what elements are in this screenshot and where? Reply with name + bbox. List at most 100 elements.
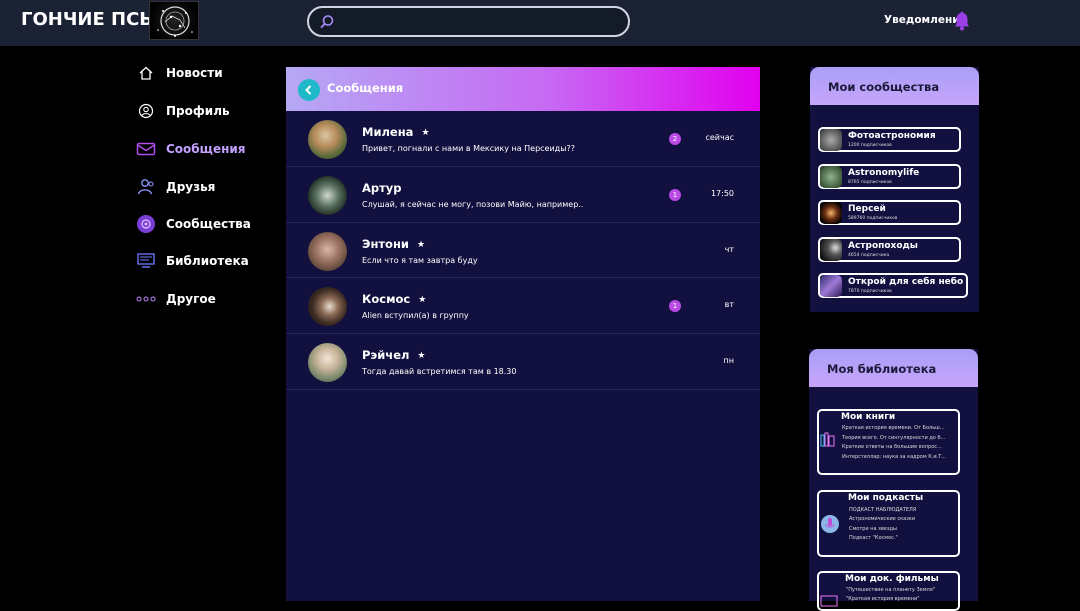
chevron-left-icon <box>305 85 312 95</box>
communities-icon <box>136 214 156 234</box>
community-name: Открой для себя небо <box>848 277 964 287</box>
search-icon <box>319 14 335 34</box>
community-item[interactable]: Персей 589760 подписчиков <box>818 200 961 225</box>
message-time: вт <box>724 300 734 310</box>
library-section-title: Мои док. фильмы <box>845 574 939 584</box>
message-preview: Alien вступил(а) в группу <box>362 311 469 321</box>
community-item[interactable]: Открой для себя небо 7870 подписчиков <box>818 273 968 298</box>
message-time: пн <box>723 356 734 366</box>
nav-item-messages[interactable]: Сообщения <box>136 139 245 159</box>
nav-item-label: Новости <box>166 66 223 80</box>
avatar[interactable] <box>308 120 347 159</box>
community-subscribers: 1200 подписчиков <box>848 143 892 148</box>
messages-panel: Сообщения Милена ★ Привет, погнали с нами… <box>286 67 760 601</box>
star-icon: ★ <box>421 128 430 138</box>
star-icon: ★ <box>416 239 426 250</box>
avatar[interactable] <box>308 175 347 215</box>
message-time: сейчас <box>705 133 734 142</box>
contact-name: Милена ★ <box>362 125 430 139</box>
avatar[interactable] <box>308 343 347 383</box>
bell-icon[interactable] <box>954 11 970 35</box>
library-item[interactable]: Теория всего. От сингулярности до б... <box>842 435 949 441</box>
avatar[interactable] <box>308 287 347 327</box>
back-button[interactable] <box>298 79 320 101</box>
library-section-title: Мои подкасты <box>848 493 924 503</box>
conversation-row[interactable]: Милена ★ Привет, погнали с нами в Мексику… <box>286 111 760 167</box>
unread-badge: 2 <box>669 133 681 145</box>
nav-item-more[interactable]: Другое <box>136 289 216 309</box>
nav-item-label: Профиль <box>166 104 230 118</box>
communities-title: Мои сообщества <box>810 67 979 105</box>
community-subscribers: 4654 подписчика <box>848 253 890 258</box>
books-icon <box>820 432 836 452</box>
message-preview: Привет, погнали с нами в Мексику на Перс… <box>362 144 576 153</box>
community-subscribers: 589760 подписчиков <box>848 216 898 221</box>
star-icon: ★ <box>418 295 427 306</box>
community-item[interactable]: Фотоастрономия 1200 подписчиков <box>818 127 961 152</box>
library-icon <box>136 251 156 271</box>
library-item[interactable]: Краткие ответы на большие вопрос... <box>842 444 949 450</box>
unread-badge: 1 <box>669 300 681 313</box>
message-preview: Если что я там завтра буду <box>362 255 478 265</box>
nav-item-profile[interactable]: Профиль <box>136 101 230 121</box>
community-subscribers: 8765 подписчиков <box>848 180 892 185</box>
library-item[interactable]: Краткая история времени. От Больш... <box>842 425 949 431</box>
community-avatar <box>820 239 842 261</box>
library-item[interactable]: ПОДКАСТ НАБЛЮДАТЕЛЯ <box>849 507 956 513</box>
brand-title[interactable]: ГОНЧИЕ ПСЫ <box>21 9 158 30</box>
nav-item-communities[interactable]: Сообщества <box>136 214 251 234</box>
communities-panel: Мои сообщества Фотоастрономия 1200 подпи… <box>810 67 979 312</box>
nav-item-library[interactable]: Библиотека <box>136 251 249 271</box>
top-bar: ГОНЧИЕ ПСЫ Уведомления <box>0 0 1080 46</box>
conversation-row[interactable]: Артур Слушай, я сейчас не могу, позови М… <box>286 167 760 223</box>
library-section-title: Мои книги <box>841 412 896 422</box>
nav-item-label: Другое <box>166 292 216 306</box>
community-name: Персей <box>848 204 886 214</box>
library-item[interactable]: Подкаст "Космос." <box>849 535 956 541</box>
community-name: Фотоастрономия <box>848 131 936 141</box>
messages-title: Сообщения <box>327 81 404 95</box>
contact-name: Космос ★ <box>362 292 427 307</box>
nav-item-label: Сообщества <box>166 217 251 231</box>
messages-header: Сообщения <box>286 67 760 111</box>
library-podcasts[interactable]: Мои подкасты ПОДКАСТ НАБЛЮДАТЕЛЯ Астроно… <box>817 490 960 557</box>
community-item[interactable]: Astronomylife 8765 подписчиков <box>818 164 961 189</box>
library-item[interactable]: Смотри на звезды <box>849 526 956 532</box>
community-name: Astronomylife <box>848 168 920 178</box>
unread-badge: 1 <box>669 188 681 201</box>
library-panel: Моя библиотека Мои книги Краткая история… <box>809 349 978 611</box>
search-input[interactable] <box>307 6 630 37</box>
nav-item-news[interactable]: Новости <box>136 63 223 83</box>
nav-item-friends[interactable]: Друзья <box>136 177 215 197</box>
community-avatar <box>820 129 842 151</box>
conversation-row[interactable]: Космос ★ Alien вступил(а) в группу 1 вт <box>286 278 760 335</box>
home-icon <box>136 63 156 83</box>
star-icon: ★ <box>417 351 426 362</box>
community-avatar <box>820 275 842 297</box>
library-item[interactable]: "Путешествие на планету Земля" <box>846 587 953 593</box>
contact-name: Энтони ★ <box>362 236 426 251</box>
podcast-icon <box>820 514 840 538</box>
nav-item-label: Друзья <box>166 180 216 194</box>
friends-icon <box>136 177 156 197</box>
library-books[interactable]: Мои книги Краткая история времени. От Бо… <box>817 409 960 475</box>
community-avatar <box>820 202 842 224</box>
avatar[interactable] <box>308 231 347 271</box>
conversation-row[interactable]: Рэйчел ★ Тогда давай встретимся там в 18.… <box>286 334 760 390</box>
community-name: Астропоходы <box>848 241 918 251</box>
nav-item-label: Сообщения <box>166 142 246 156</box>
library-item[interactable]: Интерстеллар: наука за кадром К.и.Т... <box>842 454 949 460</box>
logo-image[interactable] <box>149 1 199 40</box>
message-time: 17:50 <box>710 188 734 198</box>
library-item[interactable]: Астрономические сказки <box>849 516 956 522</box>
message-preview: Тогда давай встретимся там в 18.30 <box>362 367 517 377</box>
community-item[interactable]: Астропоходы 4654 подписчика <box>818 237 961 262</box>
community-avatar <box>820 166 842 188</box>
messages-icon <box>136 139 156 159</box>
film-icon <box>820 593 838 609</box>
library-films[interactable]: Мои док. фильмы "Путешествие на планету … <box>817 571 960 611</box>
library-item[interactable]: "Краткая история времени" <box>846 596 953 602</box>
conversation-row[interactable]: Энтони ★ Если что я там завтра буду чт <box>286 223 760 279</box>
nav-item-label: Библиотека <box>166 254 249 268</box>
message-preview: Слушай, я сейчас не могу, позови Майю, н… <box>362 199 584 209</box>
